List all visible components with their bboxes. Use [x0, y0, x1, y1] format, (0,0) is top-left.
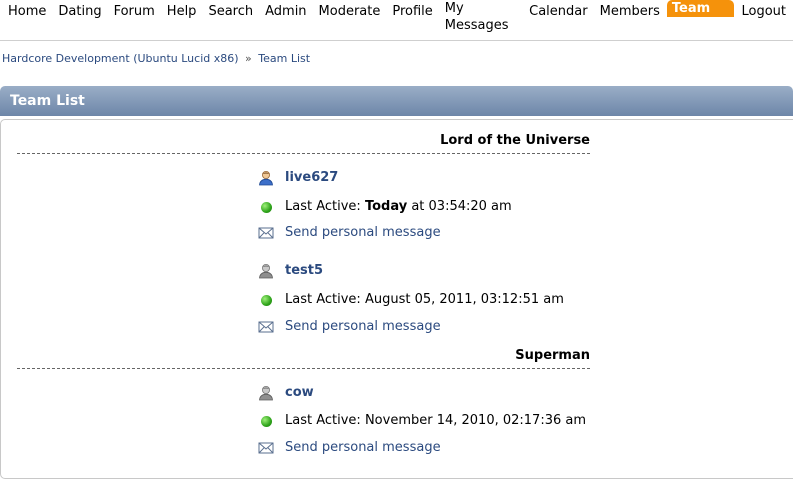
breadcrumb-home-link[interactable]: Hardcore Development (Ubuntu Lucid x86): [2, 52, 239, 65]
last-active-label: Last Active:: [285, 292, 361, 307]
nav-my-messages[interactable]: My Messages: [440, 0, 522, 33]
top-navigation: Home Dating Forum Help Search Admin Mode…: [0, 0, 793, 41]
breadcrumb: Hardcore Development (Ubuntu Lucid x86) …: [2, 52, 310, 65]
last-active-label: Last Active:: [285, 413, 361, 428]
team-list-panel: Lord of the Universe live627 Last Active…: [0, 119, 793, 479]
nav-profile[interactable]: Profile: [387, 3, 437, 20]
nav-home[interactable]: Home: [3, 3, 51, 20]
last-active-label: Last Active:: [285, 199, 361, 214]
nav-forum[interactable]: Forum: [109, 3, 160, 20]
nav-moderate[interactable]: Moderate: [314, 3, 386, 20]
breadcrumb-separator: »: [245, 52, 252, 65]
online-status-icon: [261, 416, 272, 427]
nav-members[interactable]: Members: [595, 3, 665, 20]
envelope-icon: [258, 227, 274, 239]
group-title: Superman: [515, 348, 590, 363]
nav-team-list[interactable]: Team List: [666, 0, 735, 33]
nav-search[interactable]: Search: [203, 3, 258, 20]
send-pm-link[interactable]: Send personal message: [285, 439, 441, 457]
send-pm-link[interactable]: Send personal message: [285, 224, 441, 242]
nav-calendar[interactable]: Calendar: [524, 3, 592, 20]
nav-logout[interactable]: Logout: [736, 3, 791, 20]
last-active-today: Today: [364, 199, 408, 214]
nav-help[interactable]: Help: [162, 3, 202, 20]
last-active-value: November 14, 2010, 02:17:36 am: [364, 413, 587, 428]
envelope-icon: [258, 442, 274, 454]
envelope-icon: [258, 321, 274, 333]
nav-dating[interactable]: Dating: [53, 3, 106, 20]
nav-menu: Home Dating Forum Help Search Admin Mode…: [3, 0, 793, 33]
page-title-bar: Team List: [0, 86, 793, 116]
nav-admin[interactable]: Admin: [260, 3, 311, 20]
last-active-value: August 05, 2011, 03:12:51 am: [364, 292, 564, 307]
send-pm-link[interactable]: Send personal message: [285, 318, 441, 336]
member-name-link[interactable]: live627: [285, 169, 338, 187]
user-gray-icon: [259, 264, 273, 279]
online-status-icon: [261, 202, 272, 213]
member-name-link[interactable]: test5: [285, 262, 323, 280]
page-title: Team List: [10, 93, 85, 109]
group-header: Lord of the Universe: [17, 132, 590, 154]
user-blue-icon: [259, 171, 273, 186]
member-name-link[interactable]: cow: [285, 384, 314, 402]
last-active-value: at 03:54:20 am: [411, 199, 512, 214]
online-status-icon: [261, 295, 272, 306]
group-header: Superman: [17, 347, 590, 369]
breadcrumb-current-link[interactable]: Team List: [258, 52, 310, 65]
user-gray-icon: [259, 386, 273, 401]
group-title: Lord of the Universe: [440, 133, 590, 148]
